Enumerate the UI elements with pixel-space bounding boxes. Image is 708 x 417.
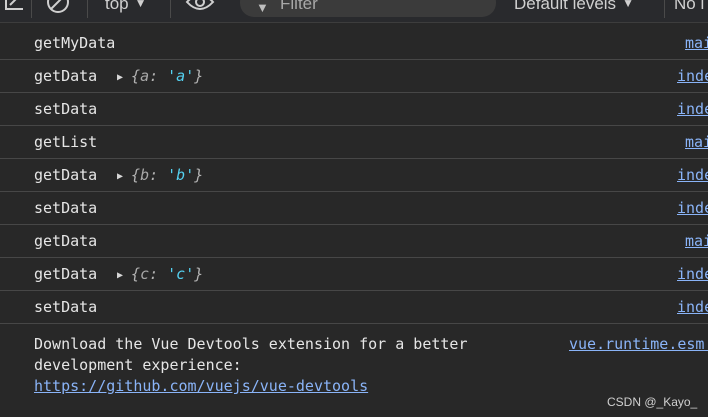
log-message: getData [34, 166, 98, 184]
log-row: getList mai [0, 126, 708, 159]
source-link[interactable]: vue.runtime.esm. [569, 334, 708, 355]
log-message: setData [34, 199, 98, 217]
object-preview[interactable]: ▶ {a: 'a'} [117, 60, 203, 94]
info-line-1: Download the Vue Devtools extension for … [34, 335, 468, 353]
dropdown-arrow-icon: ▼ [622, 0, 634, 10]
log-levels-dropdown[interactable]: Default levels ▼ [514, 0, 634, 14]
eye-icon[interactable] [185, 0, 215, 14]
log-row: setData inde [0, 93, 708, 126]
watermark: CSDN @_Kayo_ [607, 395, 698, 409]
log-row: setData inde [0, 291, 708, 324]
devtools-link[interactable]: https://github.com/vuejs/vue-devtools [34, 376, 368, 397]
log-row: setData inde [0, 192, 708, 225]
source-link[interactable]: inde [677, 291, 708, 323]
log-row: getData ▶{b: 'b'} inde [0, 159, 708, 192]
log-message: getMyData [34, 34, 116, 52]
log-message: getData [34, 67, 98, 85]
source-link[interactable]: inde [677, 93, 708, 125]
divider [87, 0, 88, 18]
object-preview[interactable]: ▶ {c: 'c'} [117, 258, 203, 292]
source-link[interactable]: mai [685, 126, 708, 158]
source-link[interactable]: inde [677, 192, 708, 224]
console-toolbar: top ▼ ▼ Filter Default levels ▼ No i [0, 0, 708, 23]
expand-triangle-icon[interactable]: ▶ [117, 171, 123, 182]
expand-triangle-icon[interactable]: ▶ [117, 72, 123, 83]
log-message: setData [34, 100, 98, 118]
log-message: getData [34, 265, 98, 283]
log-row: getData ▶{a: 'a'} inde [0, 60, 708, 93]
clear-console-icon[interactable] [4, 0, 26, 15]
info-line-2: development experience: [34, 356, 242, 374]
log-message: getData [34, 232, 98, 250]
source-link[interactable]: inde [677, 159, 708, 191]
log-message: setData [34, 298, 98, 316]
filter-icon: ▼ [256, 0, 269, 15]
object-value: 'c' [167, 265, 195, 283]
source-link[interactable]: inde [677, 258, 708, 290]
source-link[interactable]: mai [685, 225, 708, 257]
issues-counter[interactable]: No i [674, 0, 704, 14]
log-message: getList [34, 133, 98, 151]
divider [31, 0, 32, 18]
console-log: getMyData mai getData ▶{a: 'a'} inde set… [0, 27, 708, 324]
context-label: top [105, 0, 129, 13]
divider [664, 0, 665, 18]
object-key: b [140, 166, 150, 184]
block-icon[interactable] [46, 0, 70, 14]
object-key: c [140, 265, 150, 283]
expand-triangle-icon[interactable]: ▶ [117, 270, 123, 281]
context-selector[interactable]: top ▼ [105, 0, 147, 14]
filter-input[interactable]: ▼ Filter [240, 0, 496, 17]
filter-placeholder: Filter [280, 0, 318, 13]
object-preview[interactable]: ▶ {b: 'b'} [117, 159, 203, 193]
log-row: getMyData mai [0, 27, 708, 60]
issues-label: No i [674, 0, 705, 13]
object-value: 'a' [167, 67, 195, 85]
log-row: getData mai [0, 225, 708, 258]
object-value: 'b' [167, 166, 195, 184]
source-link[interactable]: inde [677, 60, 708, 92]
log-row: getData ▶{c: 'c'} inde [0, 258, 708, 291]
dropdown-arrow-icon: ▼ [134, 0, 147, 10]
divider [170, 0, 171, 18]
source-link[interactable]: mai [685, 27, 708, 59]
object-key: a [140, 67, 150, 85]
levels-label: Default levels [514, 0, 617, 13]
devtools-info-message: Download the Vue Devtools extension for … [0, 332, 708, 417]
